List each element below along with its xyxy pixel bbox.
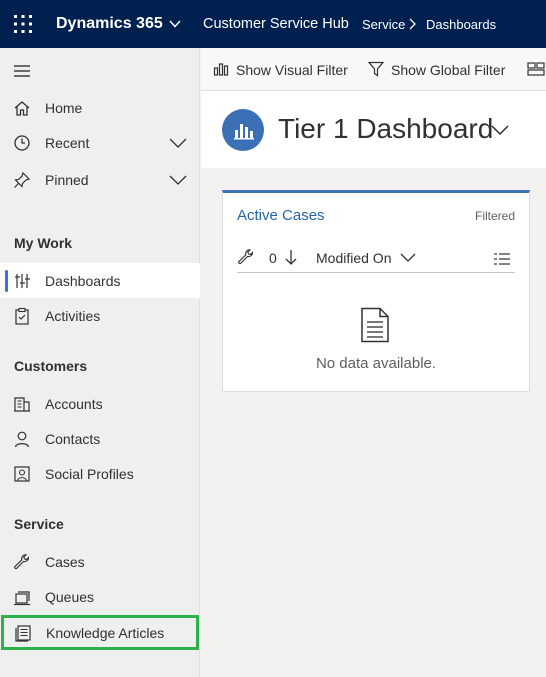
bar-chart-icon bbox=[213, 61, 229, 80]
sidebar-item-dashboards[interactable]: Dashboards bbox=[0, 263, 200, 298]
hamburger-menu-icon[interactable] bbox=[13, 64, 31, 83]
group-heading-service: Service bbox=[14, 516, 64, 532]
chevron-down-icon[interactable] bbox=[169, 136, 187, 154]
sidebar-item-contacts[interactable]: Contacts bbox=[0, 421, 200, 456]
dashboard-icon bbox=[13, 272, 31, 290]
app-name[interactable]: Dynamics 365 bbox=[56, 15, 163, 33]
show-visual-filter-label: Show Visual Filter bbox=[236, 62, 348, 78]
building-icon bbox=[13, 395, 31, 413]
sort-descending-icon[interactable] bbox=[284, 248, 298, 271]
filter-status: Filtered bbox=[474, 209, 515, 223]
panel-title[interactable]: Active Cases bbox=[237, 207, 325, 224]
sidebar: Home Recent Pinned My Work Dashboards Ac… bbox=[0, 48, 200, 677]
sidebar-item-label: Pinned bbox=[45, 172, 89, 188]
sidebar-item-pinned[interactable]: Pinned bbox=[0, 162, 200, 197]
sidebar-item-label: Queues bbox=[45, 589, 95, 605]
chevron-down-icon[interactable] bbox=[400, 251, 416, 269]
home-icon bbox=[13, 99, 31, 117]
chevron-right-icon bbox=[407, 17, 417, 36]
layout-icon bbox=[527, 61, 545, 80]
sidebar-item-accounts[interactable]: Accounts bbox=[0, 386, 200, 421]
profile-card-icon bbox=[13, 465, 31, 483]
sidebar-item-home[interactable]: Home bbox=[0, 90, 200, 125]
clock-icon bbox=[13, 134, 31, 152]
person-icon bbox=[13, 430, 31, 448]
active-cases-panel: Active Cases Filtered 0 Modified On No d… bbox=[222, 190, 530, 392]
sidebar-item-knowledge-articles[interactable]: Knowledge Articles bbox=[1, 615, 199, 650]
wrench-icon bbox=[13, 553, 31, 571]
sidebar-item-label: Cases bbox=[45, 554, 85, 570]
sidebar-item-queues[interactable]: Queues bbox=[0, 579, 200, 614]
filter-icon bbox=[367, 61, 385, 80]
sidebar-item-label: Contacts bbox=[45, 431, 101, 447]
dashboard-title[interactable]: Tier 1 Dashboard bbox=[278, 113, 493, 145]
sidebar-item-label: Activities bbox=[45, 308, 101, 324]
document-icon bbox=[360, 307, 390, 348]
breadcrumb-service[interactable]: Service bbox=[362, 17, 405, 32]
app-launcher-icon[interactable] bbox=[12, 13, 34, 35]
dashboard-header: Tier 1 Dashboard bbox=[201, 91, 546, 168]
top-bar: Dynamics 365 Customer Service Hub Servic… bbox=[0, 0, 546, 48]
clipboard-icon bbox=[13, 307, 31, 325]
article-icon bbox=[14, 624, 32, 642]
sidebar-item-label: Dashboards bbox=[45, 273, 121, 289]
sidebar-item-label: Knowledge Articles bbox=[46, 625, 165, 641]
chevron-down-icon[interactable] bbox=[169, 173, 187, 191]
empty-state-message: No data available. bbox=[315, 355, 437, 372]
sidebar-item-recent[interactable]: Recent bbox=[0, 125, 200, 160]
dashboard-icon bbox=[222, 109, 264, 151]
sidebar-item-label: Social Profiles bbox=[45, 466, 134, 482]
sidebar-item-label: Recent bbox=[45, 135, 90, 151]
selection-indicator bbox=[5, 270, 8, 292]
sidebar-item-cases[interactable]: Cases bbox=[0, 544, 200, 579]
chevron-down-icon[interactable] bbox=[168, 17, 182, 36]
breadcrumb-dashboards[interactable]: Dashboards bbox=[426, 17, 496, 32]
queue-icon bbox=[13, 588, 31, 606]
chevron-down-icon[interactable] bbox=[490, 123, 510, 141]
sidebar-item-activities[interactable]: Activities bbox=[0, 298, 200, 333]
sidebar-item-label: Home bbox=[45, 100, 83, 116]
view-options-icon[interactable] bbox=[493, 251, 511, 272]
group-heading-my-work: My Work bbox=[14, 235, 73, 251]
wrench-icon bbox=[237, 248, 255, 271]
pin-icon bbox=[13, 171, 31, 189]
hub-name[interactable]: Customer Service Hub bbox=[203, 16, 349, 32]
sort-field-selector[interactable]: Modified On bbox=[316, 250, 391, 266]
sidebar-item-social-profiles[interactable]: Social Profiles bbox=[0, 456, 200, 491]
command-bar: Show Visual Filter Show Global Filter bbox=[201, 48, 546, 91]
show-global-filter-label: Show Global Filter bbox=[391, 62, 506, 78]
panel-toolbar: 0 Modified On bbox=[237, 245, 515, 273]
sidebar-item-label: Accounts bbox=[45, 396, 103, 412]
group-heading-customers: Customers bbox=[14, 358, 88, 374]
record-count: 0 bbox=[269, 250, 277, 266]
